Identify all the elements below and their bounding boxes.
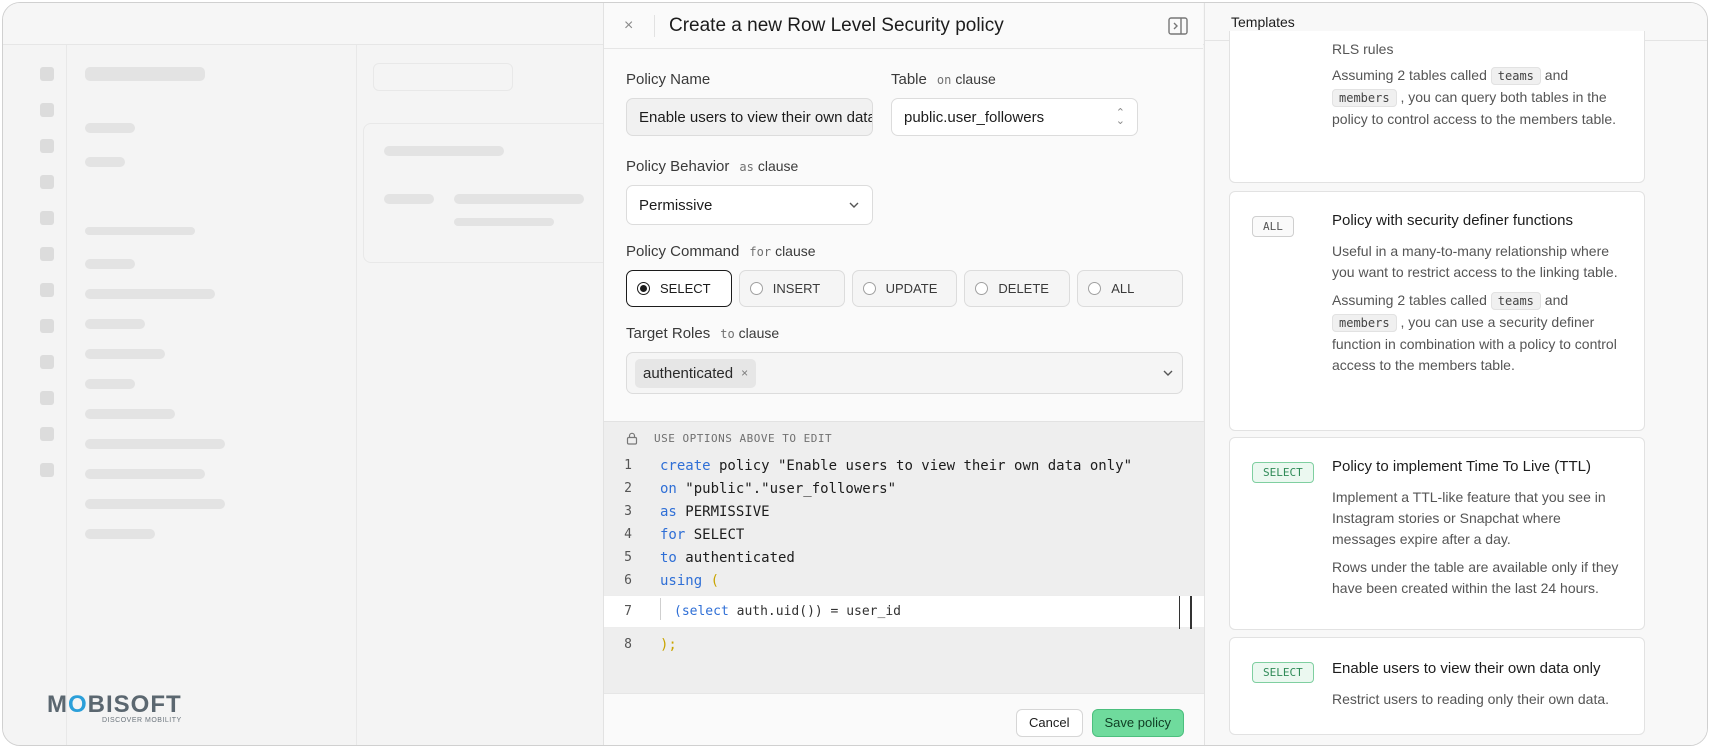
role-chip: authenticated × [635,358,757,388]
radio-icon [862,282,876,295]
policy-editor-panel: × Create a new Row Level Security policy… [603,3,1204,745]
command-badge: SELECT [1252,662,1314,683]
table-select[interactable]: public.user_followers ⌃ ⌄ [891,98,1138,136]
panel-header: × Create a new Row Level Security policy [604,3,1203,49]
roles-label: Target Roles to clause [626,325,780,342]
template-description: Restrict users to reading only their own… [1332,691,1610,707]
template-description: Implement a TTL-like feature that you se… [1332,489,1606,547]
mobisoft-logo: MOBISOFT DISCOVER MOBILITY [47,691,182,724]
radio-icon [749,282,763,295]
command-option-insert[interactable]: INSERT [738,270,845,307]
cancel-button[interactable]: Cancel [1016,708,1083,737]
command-option-select[interactable]: SELECT [626,270,732,307]
command-option-all[interactable]: ALL [1077,270,1183,307]
template-description: Assuming 2 tables called teams and membe… [1332,292,1617,373]
app-window: MOBISOFT DISCOVER MOBILITY × Create a ne… [2,2,1708,746]
templates-panel: Templates RLS rules Assuming 2 tables ca… [1204,3,1707,745]
template-description: Rows under the table are available only … [1332,559,1619,596]
table-select-value: public.user_followers [904,108,1045,126]
code-line-editable[interactable]: 7 (select auth.uid()) = user_id [604,595,1204,629]
behavior-select-value: Permissive [639,196,713,214]
background-icon-rail [27,45,67,745]
panel-footer: Cancel Save policy [604,693,1204,745]
lock-icon [626,432,638,445]
command-badge: ALL [1252,216,1294,237]
text-cursor [1179,596,1192,629]
radio-icon [975,282,989,295]
code-line: 6 using ( [624,572,720,589]
code-note: USE OPTIONS ABOVE TO EDIT [626,432,832,445]
radio-icon [1088,282,1102,295]
code-line: 2 on "public"."user_followers" [624,480,897,497]
code-line: 1 create policy "Enable users to view the… [624,457,1133,474]
command-option-update[interactable]: UPDATE [851,270,958,307]
background-sidebar [67,45,357,745]
code-line: 4 for SELECT [624,526,745,543]
sql-preview: USE OPTIONS ABOVE TO EDIT 1 create policy… [604,421,1204,693]
template-title: Policy with security definer functions [1332,212,1573,229]
command-radio-group: SELECT INSERT UPDATE DELETE ALL [626,270,1183,307]
template-description: Useful in a many-to-many relationship wh… [1332,243,1618,280]
behavior-select[interactable]: Permissive [626,185,873,225]
code-line: 5 to authenticated [624,549,795,566]
policy-name-input[interactable]: Enable users to view their own data only [626,98,873,136]
behavior-label: Policy Behavior as clause [626,158,799,175]
chevron-down-icon [849,202,859,208]
chevron-down-icon [1163,370,1173,376]
policy-name-label: Policy Name [626,71,711,88]
command-label: Policy Command for clause [626,243,816,260]
radio-selected-icon [637,282,650,295]
template-title: Enable users to view their own data only [1332,660,1601,677]
header-divider [654,14,655,37]
code-line: 8); [624,636,677,653]
template-card[interactable]: SELECT Enable users to view their own da… [1229,637,1645,735]
template-card[interactable]: ALL Policy with security definer functio… [1229,191,1645,431]
panel-title: Create a new Row Level Security policy [669,14,1004,36]
template-card[interactable]: SELECT Policy to implement Time To Live … [1229,437,1645,630]
template-title: RLS rules [1332,41,1394,57]
policy-form: Policy Name Enable users to view their o… [604,49,1203,394]
table-label: Table on clause [891,71,996,88]
background-card [363,123,623,263]
background-search [373,63,513,91]
template-title: Policy to implement Time To Live (TTL) [1332,458,1591,475]
command-badge: SELECT [1252,462,1314,483]
target-roles-select[interactable]: authenticated × [626,352,1183,394]
remove-chip-icon[interactable]: × [741,366,748,380]
stepper-icon: ⌃ ⌄ [1115,107,1125,127]
code-line: 3 as PERMISSIVE [624,503,770,520]
close-icon[interactable]: × [624,17,644,35]
command-option-delete[interactable]: DELETE [964,270,1071,307]
save-policy-button[interactable]: Save policy [1091,708,1184,737]
sidebar-toggle-icon[interactable] [1167,16,1189,36]
template-card[interactable]: RLS rules Assuming 2 tables called teams… [1229,31,1645,183]
template-description: Assuming 2 tables called teams and membe… [1332,67,1617,127]
